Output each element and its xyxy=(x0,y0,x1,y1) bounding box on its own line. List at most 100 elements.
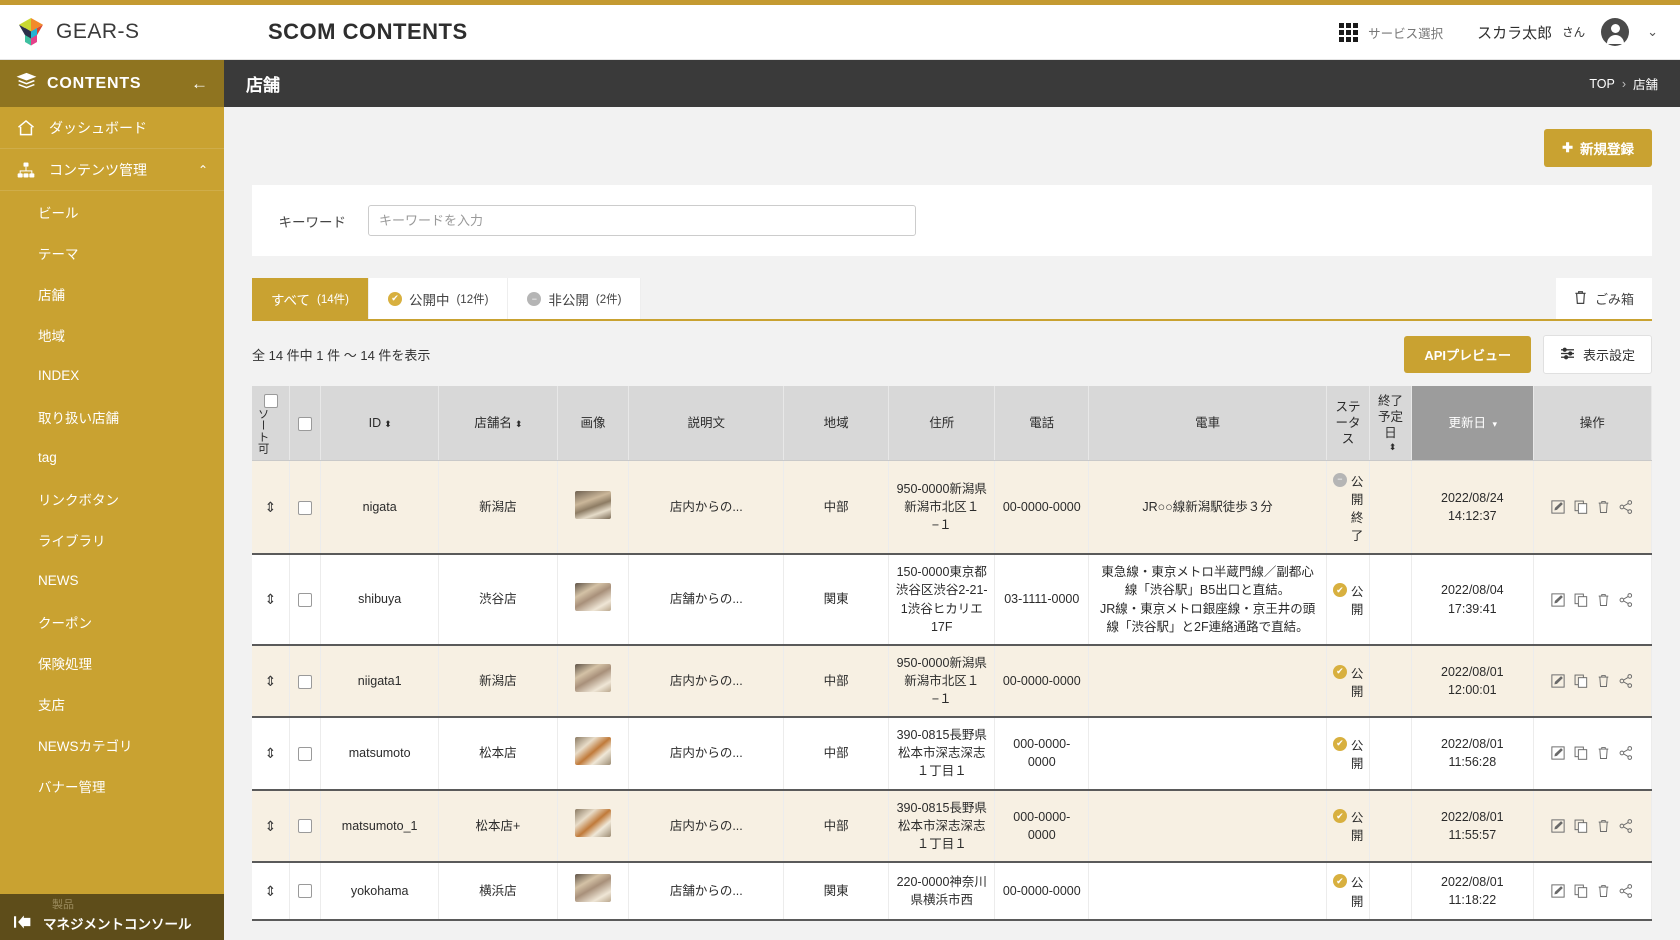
cell-select[interactable] xyxy=(290,862,321,920)
row-checkbox[interactable] xyxy=(298,747,312,761)
table-row[interactable]: ⇕niigata1新潟店店内からの...中部950-0000新潟県新潟市北区１−… xyxy=(252,645,1652,717)
th-store-name[interactable]: 店舗名⬍ xyxy=(439,386,557,461)
sidebar-item-store[interactable]: 店舗 xyxy=(0,273,224,314)
cell-sort-handle[interactable]: ⇕ xyxy=(252,645,290,717)
share-icon[interactable] xyxy=(1619,819,1633,833)
copy-icon[interactable] xyxy=(1574,500,1588,514)
copy-icon[interactable] xyxy=(1574,746,1588,760)
sidebar-item-news-category[interactable]: NEWSカテゴリ xyxy=(0,724,224,765)
share-icon[interactable] xyxy=(1619,500,1633,514)
copy-icon[interactable] xyxy=(1574,884,1588,898)
th-id[interactable]: ID⬍ xyxy=(321,386,439,461)
edit-icon[interactable] xyxy=(1551,819,1565,833)
share-icon[interactable] xyxy=(1619,674,1633,688)
th-updated[interactable]: 更新日 ▾ xyxy=(1412,386,1534,461)
sidebar-item-beer[interactable]: ビール xyxy=(0,191,224,232)
sidebar-item-index[interactable]: INDEX xyxy=(0,355,224,396)
api-preview-button[interactable]: APIプレビュー xyxy=(1404,336,1531,373)
cell-image[interactable] xyxy=(557,461,629,555)
drag-handle-icon[interactable]: ⇕ xyxy=(265,499,277,515)
delete-icon[interactable] xyxy=(1597,593,1610,607)
arrow-left-icon[interactable]: ← xyxy=(191,74,208,94)
table-row[interactable]: ⇕shibuya渋谷店店舗からの...関東150-0000東京都渋谷区渋谷2-2… xyxy=(252,554,1652,645)
table-row[interactable]: ⇕matsumoto松本店店内からの...中部390-0815長野県松本市深志深… xyxy=(252,717,1652,789)
drag-handle-icon[interactable]: ⇕ xyxy=(265,745,277,761)
sidebar-item-insurance[interactable]: 保険処理 xyxy=(0,642,224,683)
cell-sort-handle[interactable]: ⇕ xyxy=(252,862,290,920)
cell-sort-handle[interactable]: ⇕ xyxy=(252,790,290,862)
row-checkbox[interactable] xyxy=(298,819,312,833)
copy-icon[interactable] xyxy=(1574,819,1588,833)
table-row[interactable]: ⇕yokohama横浜店店舗からの...関東220-0000神奈川県横浜市西00… xyxy=(252,862,1652,920)
display-settings-button[interactable]: 表示設定 xyxy=(1543,335,1652,374)
new-register-button[interactable]: ✚ 新規登録 xyxy=(1544,129,1652,167)
table-row[interactable]: ⇕matsumoto_1松本店+店内からの...中部390-0815長野県松本市… xyxy=(252,790,1652,862)
delete-icon[interactable] xyxy=(1597,746,1610,760)
cell-select[interactable] xyxy=(290,554,321,645)
sidebar-item-coupon[interactable]: クーポン xyxy=(0,601,224,642)
row-checkbox[interactable] xyxy=(298,884,312,898)
edit-icon[interactable] xyxy=(1551,674,1565,688)
sidebar-item-dashboard[interactable]: ダッシュボード xyxy=(0,107,224,149)
tab-all[interactable]: すべて (14件) xyxy=(252,278,369,319)
chevron-up-icon[interactable]: ⌃ xyxy=(198,163,208,177)
breadcrumb-root[interactable]: TOP xyxy=(1589,77,1614,91)
avatar[interactable] xyxy=(1601,18,1629,46)
row-checkbox[interactable] xyxy=(298,593,312,607)
cell-select[interactable] xyxy=(290,790,321,862)
cell-image[interactable] xyxy=(557,862,629,920)
sidebar-item-area[interactable]: 地域 xyxy=(0,314,224,355)
sidebar-item-branch[interactable]: 支店 xyxy=(0,683,224,724)
cell-select[interactable] xyxy=(290,645,321,717)
sidebar-item-theme[interactable]: テーマ xyxy=(0,232,224,273)
sidebar-item-handling-store[interactable]: 取り扱い店舗 xyxy=(0,396,224,437)
app-grid-icon[interactable] xyxy=(1339,23,1358,42)
cell-image[interactable] xyxy=(557,717,629,789)
edit-icon[interactable] xyxy=(1551,884,1565,898)
cell-sort-handle[interactable]: ⇕ xyxy=(252,717,290,789)
share-icon[interactable] xyxy=(1619,593,1633,607)
share-icon[interactable] xyxy=(1619,746,1633,760)
cell-sort-handle[interactable]: ⇕ xyxy=(252,554,290,645)
cell-select[interactable] xyxy=(290,717,321,789)
search-input[interactable] xyxy=(368,205,916,236)
brand-area[interactable]: GEAR-S xyxy=(0,16,240,48)
delete-icon[interactable] xyxy=(1597,819,1610,833)
delete-icon[interactable] xyxy=(1597,500,1610,514)
sidebar-item-tag[interactable]: tag xyxy=(0,437,224,478)
drag-handle-icon[interactable]: ⇕ xyxy=(265,591,277,607)
drag-handle-icon[interactable]: ⇕ xyxy=(265,673,277,689)
cell-select[interactable] xyxy=(290,461,321,555)
copy-icon[interactable] xyxy=(1574,593,1588,607)
trash-button[interactable]: ごみ箱 xyxy=(1556,278,1652,319)
cell-image[interactable] xyxy=(557,645,629,717)
drag-handle-icon[interactable]: ⇕ xyxy=(265,883,277,899)
sidebar-item-library[interactable]: ライブラリ xyxy=(0,519,224,560)
sidebar-item-content-management[interactable]: コンテンツ管理 ⌃ xyxy=(0,149,224,191)
management-console-link[interactable]: マネジメントコンソール xyxy=(14,913,192,933)
select-all-checkbox[interactable] xyxy=(298,417,312,431)
tab-published[interactable]: ✔ 公開中 (12件) xyxy=(369,278,508,319)
sort-enable-checkbox[interactable] xyxy=(264,394,278,408)
drag-handle-icon[interactable]: ⇕ xyxy=(265,818,277,834)
share-icon[interactable] xyxy=(1619,884,1633,898)
sidebar-item-banner-management[interactable]: バナー管理 xyxy=(0,765,224,806)
cell-image[interactable] xyxy=(557,554,629,645)
sidebar-item-news[interactable]: NEWS xyxy=(0,560,224,601)
edit-icon[interactable] xyxy=(1551,593,1565,607)
row-checkbox[interactable] xyxy=(298,675,312,689)
service-select-label[interactable]: サービス選択 xyxy=(1368,23,1443,42)
table-row[interactable]: ⇕nigata新潟店店内からの...中部950-0000新潟県新潟市北区１−１0… xyxy=(252,461,1652,555)
delete-icon[interactable] xyxy=(1597,674,1610,688)
cell-image[interactable] xyxy=(557,790,629,862)
copy-icon[interactable] xyxy=(1574,674,1588,688)
chevron-down-icon[interactable]: ⌄ xyxy=(1647,24,1658,40)
edit-icon[interactable] xyxy=(1551,500,1565,514)
edit-icon[interactable] xyxy=(1551,746,1565,760)
delete-icon[interactable] xyxy=(1597,884,1610,898)
row-checkbox[interactable] xyxy=(298,501,312,515)
tab-unpublished[interactable]: − 非公開 (2件) xyxy=(508,278,641,319)
sidebar-item-link-button[interactable]: リンクボタン xyxy=(0,478,224,519)
cell-sort-handle[interactable]: ⇕ xyxy=(252,461,290,555)
th-end-date[interactable]: 終了予定日⬍ xyxy=(1370,386,1412,461)
